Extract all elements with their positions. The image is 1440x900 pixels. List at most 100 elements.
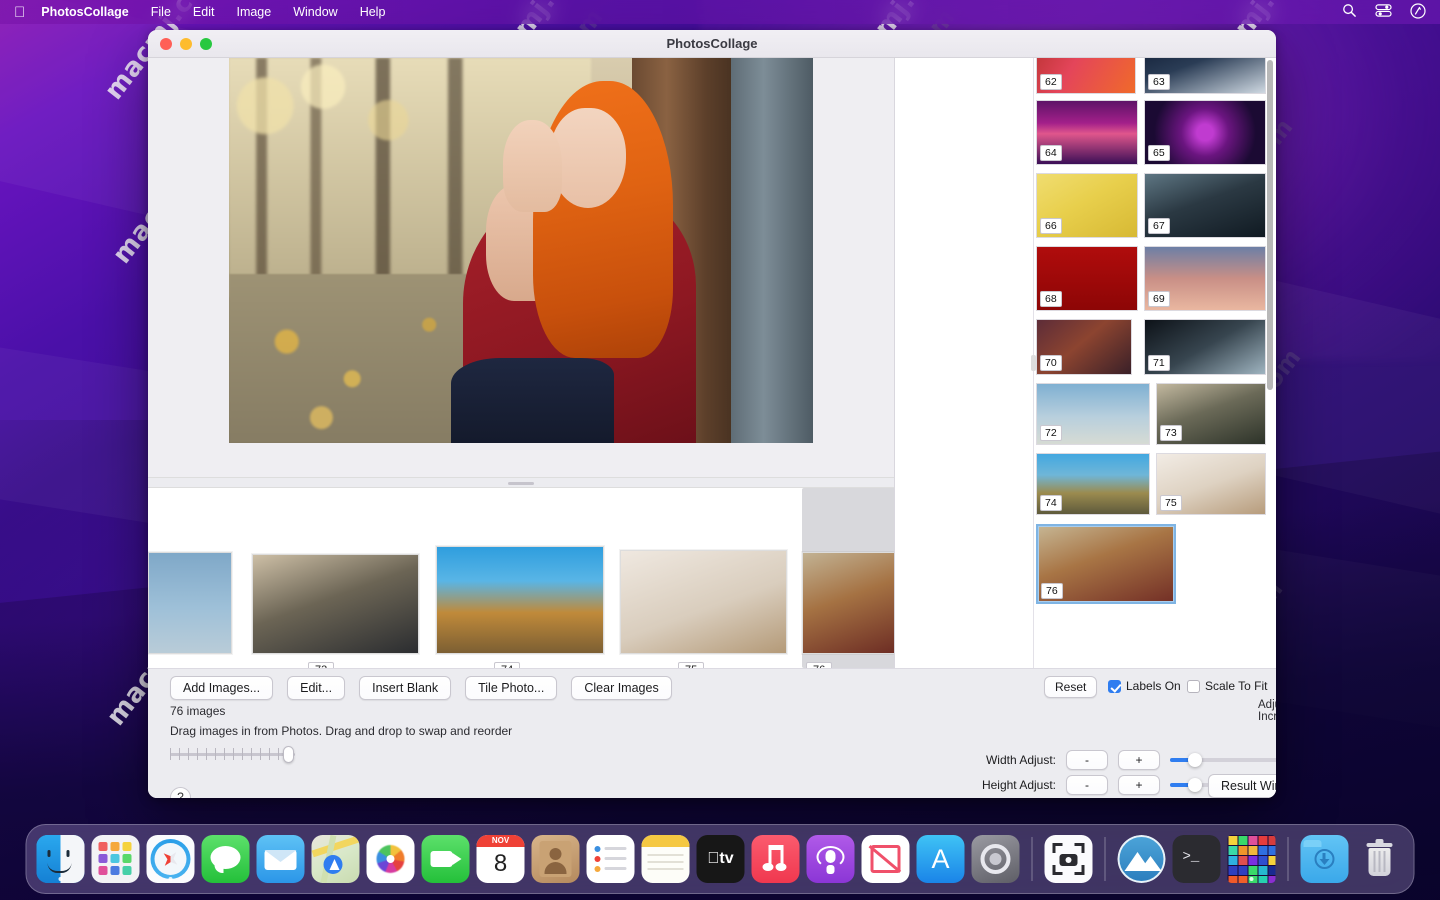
thumbnail-label: 67 bbox=[1148, 218, 1170, 234]
control-center-icon[interactable] bbox=[1375, 3, 1392, 21]
height-decrease-button[interactable]: - bbox=[1066, 775, 1108, 795]
launchpad-icon[interactable] bbox=[92, 835, 140, 883]
slider-knob[interactable] bbox=[1188, 778, 1202, 792]
drag-hint-text: Drag images in from Photos. Drag and dro… bbox=[170, 724, 512, 738]
facetime-icon[interactable] bbox=[422, 835, 470, 883]
menu-item-photoscollage[interactable]: PhotosCollage bbox=[41, 5, 129, 19]
reminders-icon[interactable] bbox=[587, 835, 635, 883]
thumbnail-item[interactable]: 62 bbox=[1036, 58, 1136, 94]
width-increment-slider[interactable] bbox=[1170, 752, 1276, 768]
width-increase-button[interactable]: + bbox=[1118, 750, 1160, 770]
thumbnail-item[interactable]: 72 bbox=[1036, 383, 1150, 445]
pane-splitter-vertical[interactable] bbox=[895, 58, 1034, 668]
slider-knob[interactable] bbox=[283, 746, 294, 763]
thumbnail-item[interactable]: 66 bbox=[1036, 173, 1138, 238]
filmstrip-item[interactable]: 74 bbox=[436, 546, 604, 654]
calendar-icon[interactable]: NOV 8 bbox=[477, 835, 525, 883]
thumbnail-item[interactable]: 71 bbox=[1144, 319, 1266, 375]
menu-item-help[interactable]: Help bbox=[360, 5, 386, 19]
collage-preview[interactable] bbox=[148, 58, 894, 477]
thumbnail-item[interactable]: 69 bbox=[1144, 246, 1266, 311]
notes-icon[interactable] bbox=[642, 835, 690, 883]
thumbnail-grid-pane[interactable]: 62 63 64 65 66 67 68 bbox=[895, 58, 1275, 668]
menu-item-file[interactable]: File bbox=[151, 5, 171, 19]
filmstrip[interactable]: 73 74 75 76 bbox=[148, 488, 894, 668]
filmstrip-item[interactable] bbox=[148, 552, 232, 654]
thumbnail-item[interactable]: 70 bbox=[1036, 319, 1132, 375]
add-images-button[interactable]: Add Images... bbox=[170, 676, 273, 700]
downloads-folder-icon[interactable] bbox=[1301, 835, 1349, 883]
running-indicator bbox=[169, 877, 173, 881]
grid-scrollbar[interactable] bbox=[1267, 60, 1273, 390]
thumbnail-item[interactable]: 64 bbox=[1036, 100, 1138, 165]
menu-bar-tray bbox=[1342, 3, 1426, 22]
calendar-month-label: NOV bbox=[477, 835, 525, 847]
maps-icon[interactable] bbox=[312, 835, 360, 883]
mountain-app-icon[interactable] bbox=[1118, 835, 1166, 883]
news-icon[interactable] bbox=[862, 835, 910, 883]
thumbnail-item[interactable]: 68 bbox=[1036, 246, 1138, 311]
thumbnail-size-slider[interactable] bbox=[170, 744, 295, 764]
siri-icon[interactable] bbox=[1410, 3, 1426, 22]
contacts-icon[interactable] bbox=[532, 835, 580, 883]
apple-logo-icon[interactable]:  bbox=[14, 5, 25, 20]
screenshot-icon[interactable] bbox=[1045, 835, 1093, 883]
height-adjust-label: Height Adjust: bbox=[938, 778, 1056, 792]
mail-icon[interactable] bbox=[257, 835, 305, 883]
podcasts-icon[interactable] bbox=[807, 835, 855, 883]
window-titlebar[interactable]: PhotosCollage bbox=[148, 30, 1276, 58]
insert-blank-button[interactable]: Insert Blank bbox=[359, 676, 451, 700]
result-window-button[interactable]: Result Window bbox=[1208, 774, 1276, 798]
photoscollage-window[interactable]: PhotosCollage bbox=[148, 30, 1276, 798]
thumbnail-item-selected[interactable]: 76 bbox=[1036, 524, 1176, 604]
thumbnail-label: 64 bbox=[1040, 145, 1062, 161]
checkbox-box[interactable] bbox=[1187, 680, 1200, 693]
thumbnail-item[interactable]: 63 bbox=[1144, 58, 1266, 94]
scale-to-fit-checkbox[interactable]: Scale To Fit bbox=[1187, 679, 1267, 693]
reset-button[interactable]: Reset bbox=[1044, 676, 1097, 698]
filmstrip-item[interactable]: 73 bbox=[252, 554, 419, 654]
photoscollage-icon[interactable] bbox=[1228, 835, 1276, 883]
slider-knob[interactable] bbox=[1188, 753, 1202, 767]
menu-item-window[interactable]: Window bbox=[293, 5, 337, 19]
system-settings-icon[interactable] bbox=[972, 835, 1020, 883]
appstore-icon[interactable]: A bbox=[917, 835, 965, 883]
height-increase-button[interactable]: + bbox=[1118, 775, 1160, 795]
music-icon[interactable] bbox=[752, 835, 800, 883]
width-decrease-button[interactable]: - bbox=[1066, 750, 1108, 770]
help-button[interactable]: ? bbox=[170, 787, 191, 798]
finder-icon[interactable] bbox=[37, 835, 85, 883]
pane-splitter-horizontal[interactable] bbox=[148, 477, 894, 488]
dock[interactable]: NOV 8 tv bbox=[26, 824, 1415, 894]
safari-icon[interactable] bbox=[147, 835, 195, 883]
running-indicator bbox=[1250, 877, 1254, 881]
appletv-icon[interactable]: tv bbox=[697, 835, 745, 883]
filmstrip-item[interactable]: 76 bbox=[802, 552, 894, 654]
thumbnail-label: 62 bbox=[1040, 74, 1062, 90]
messages-icon[interactable] bbox=[202, 835, 250, 883]
search-icon[interactable] bbox=[1342, 3, 1357, 21]
preview-pane: 73 74 75 76 bbox=[148, 58, 895, 668]
photos-icon[interactable] bbox=[367, 835, 415, 883]
thumbnail-item[interactable]: 74 bbox=[1036, 453, 1150, 515]
terminal-icon[interactable]: >_ bbox=[1173, 835, 1221, 883]
menu-item-image[interactable]: Image bbox=[236, 5, 271, 19]
clear-images-button[interactable]: Clear Images bbox=[571, 676, 671, 700]
menu-bar[interactable]:  PhotosCollage File Edit Image Window H… bbox=[0, 0, 1440, 24]
width-adjust-label: Width Adjust: bbox=[938, 753, 1056, 767]
labels-on-checkbox[interactable]: Labels On bbox=[1108, 679, 1181, 693]
thumbnail-grid[interactable]: 62 63 64 65 66 67 68 bbox=[1034, 58, 1275, 668]
labels-on-label: Labels On bbox=[1126, 679, 1181, 693]
thumbnail-item[interactable]: 75 bbox=[1156, 453, 1266, 515]
filmstrip-item[interactable]: 75 bbox=[620, 550, 787, 654]
render-button-row: Result Window Render bbox=[1208, 774, 1276, 798]
thumbnail-label: 72 bbox=[1040, 425, 1062, 441]
thumbnail-item[interactable]: 67 bbox=[1144, 173, 1266, 238]
thumbnail-item[interactable]: 65 bbox=[1144, 100, 1266, 165]
trash-icon[interactable] bbox=[1356, 835, 1404, 883]
edit-button[interactable]: Edit... bbox=[287, 676, 345, 700]
tile-photo-button[interactable]: Tile Photo... bbox=[465, 676, 557, 700]
thumbnail-item[interactable]: 73 bbox=[1156, 383, 1266, 445]
menu-item-edit[interactable]: Edit bbox=[193, 5, 215, 19]
checkbox-box-checked[interactable] bbox=[1108, 680, 1121, 693]
